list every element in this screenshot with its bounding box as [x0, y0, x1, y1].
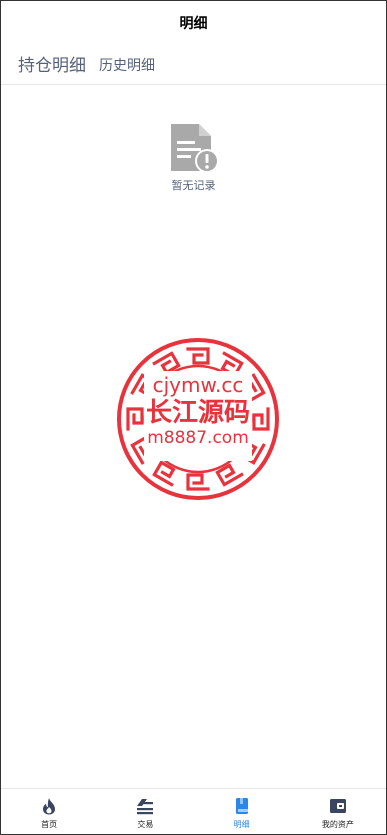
- watermark-line3: m8887.com: [147, 428, 249, 448]
- navigation-bar: 明细: [1, 1, 386, 45]
- detail-tabs: 持仓明细 历史明细: [1, 45, 386, 85]
- tabbar-label-detail: 明细: [233, 820, 250, 829]
- tabbar-item-assets[interactable]: 我的资产: [290, 789, 386, 834]
- watermark-line2: 长江源码: [146, 398, 250, 428]
- bottom-tab-bar: 首页 交易 明细 我的资产: [1, 788, 386, 834]
- trade-icon: [137, 799, 154, 815]
- tabbar-label-home: 首页: [41, 820, 58, 829]
- wallet-icon: [329, 799, 346, 813]
- tabbar-item-home[interactable]: 首页: [1, 789, 97, 834]
- book-icon: [235, 798, 248, 814]
- tabbar-item-trade[interactable]: 交易: [97, 789, 193, 834]
- tabbar-label-trade: 交易: [137, 820, 154, 829]
- tabbar-label-assets: 我的资产: [321, 820, 354, 829]
- tab-history-detail[interactable]: 历史明细: [99, 55, 155, 75]
- tabbar-item-detail[interactable]: 明细: [194, 789, 290, 834]
- page-title: 明细: [179, 16, 208, 32]
- empty-state-text: 暂无记录: [171, 179, 216, 192]
- tab-position-detail[interactable]: 持仓明细: [18, 51, 86, 76]
- document-alert-icon: [170, 124, 219, 173]
- watermark-line1: cjymw.cc: [153, 373, 244, 397]
- empty-state: 暂无记录: [1, 121, 386, 193]
- flame-icon: [43, 798, 56, 815]
- watermark-seal: cjymw.cc 长江源码 m8887.com: [117, 338, 279, 500]
- app-frame: 明细 持仓明细 历史明细 暂无记录 cjymw.cc 长江源码 m8887.co…: [0, 0, 387, 835]
